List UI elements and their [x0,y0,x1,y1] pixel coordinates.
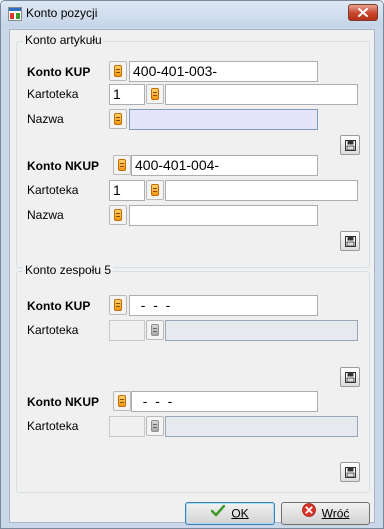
label-team-konto-kup: Konto KUP [27,299,91,313]
label-nazwa: Nazwa [27,112,64,126]
nazwa-field-nkup[interactable] [129,205,318,226]
card-index-icon [118,159,126,171]
floppy-disk-icon [345,236,356,247]
team-konto-nkup-field[interactable]: - - - [131,391,318,412]
save-button-team-nkup[interactable] [340,462,360,482]
label-konto-kup: Konto KUP [27,65,91,79]
ok-button[interactable]: OK [185,502,275,525]
team-konto-kup-field[interactable]: - - - [129,295,318,316]
group-konto-artykulu: Konto artykułu Konto KUP 400-401-003- Ka… [16,33,370,268]
kartoteka-name-field[interactable] [165,84,358,105]
lookup-button-konto-nkup[interactable] [113,155,131,175]
lookup-button-kartoteka[interactable] [146,84,164,104]
cancel-button[interactable]: Wróć [281,502,370,525]
card-index-icon [118,395,126,407]
dialog-window: Konto pozycji Konto artykułu Konto KUP 4… [0,0,384,529]
window-app-icon [8,7,22,21]
label-team-kartoteka-nkup: Kartoteka [27,419,79,433]
lookup-button-team-nkup[interactable] [113,391,131,411]
konto-kup-field[interactable]: 400-401-003- [129,61,318,82]
save-button-nkup[interactable] [340,231,360,251]
label-kartoteka-nkup: Kartoteka [27,183,79,197]
cancel-button-label: Wróć [321,506,350,521]
lookup-button-nazwa[interactable] [109,109,127,129]
cancel-icon [301,503,316,524]
lookup-button-konto-kup[interactable] [109,61,127,81]
label-konto-nkup: Konto NKUP [27,159,99,173]
close-icon [358,8,368,17]
card-index-icon [114,113,122,125]
checkmark-icon [211,503,226,524]
floppy-disk-icon [345,140,356,151]
kartoteka-number-field[interactable]: 1 [109,84,145,105]
title-bar[interactable]: Konto pozycji [1,1,383,27]
lookup-button-nazwa-nkup[interactable] [109,205,127,225]
team-kartoteka-name-field [165,320,358,341]
lookup-button-team-kartoteka [146,320,164,340]
floppy-disk-icon [345,372,356,383]
label-nazwa-nkup: Nazwa [27,208,64,222]
nazwa-field[interactable] [129,109,318,130]
team-kartoteka-name-field-nkup [165,416,358,437]
lookup-button-team-kartoteka-nkup [146,416,164,436]
label-team-kartoteka: Kartoteka [27,323,79,337]
card-index-icon [114,299,122,311]
save-button-kup[interactable] [340,135,360,155]
close-button[interactable] [348,4,378,21]
label-kartoteka: Kartoteka [27,87,79,101]
card-index-icon [151,88,159,100]
team-kartoteka-number-field-nkup [109,416,145,437]
card-index-icon [151,420,159,432]
card-index-icon [151,184,159,196]
floppy-disk-icon [345,467,356,478]
kartoteka-number-field-nkup[interactable]: 1 [109,180,145,201]
kartoteka-name-field-nkup[interactable] [165,180,358,201]
group-title-article: Konto artykułu [23,33,104,47]
lookup-button-team-kup[interactable] [109,295,127,315]
window-title: Konto pozycji [26,6,98,20]
dialog-client-area: Konto artykułu Konto KUP 400-401-003- Ka… [9,29,375,525]
save-button-team-kup[interactable] [340,367,360,387]
group-konto-zespolu: Konto zespołu 5 Konto KUP - - - Kartotek… [16,263,370,493]
card-index-icon [151,324,159,336]
card-index-icon [114,65,122,77]
konto-nkup-field[interactable]: 400-401-004- [131,155,318,176]
group-title-team: Konto zespołu 5 [23,263,114,277]
label-team-konto-nkup: Konto NKUP [27,395,99,409]
lookup-button-kartoteka-nkup[interactable] [146,180,164,200]
ok-button-label: OK [231,506,249,521]
team-kartoteka-number-field [109,320,145,341]
card-index-icon [114,209,122,221]
